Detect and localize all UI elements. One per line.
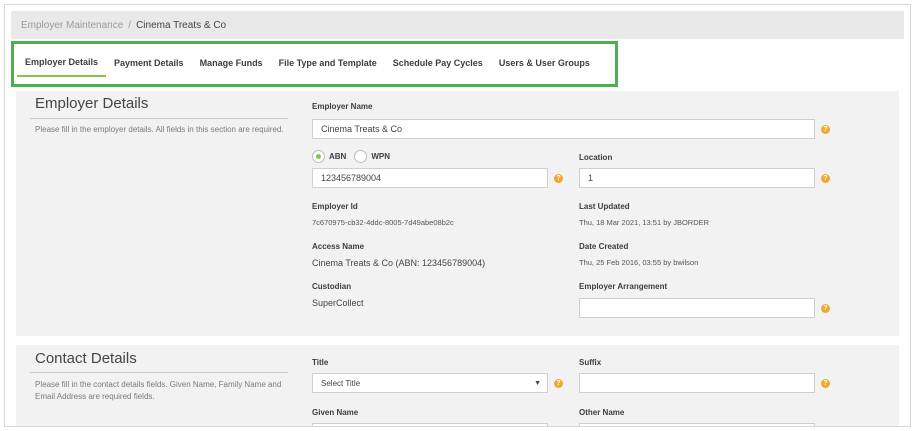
abn-radio[interactable]: ABN <box>312 150 346 163</box>
tabs-highlight-box <box>11 41 618 87</box>
location-label: Location <box>579 153 613 162</box>
date-created-label: Date Created <box>579 242 629 251</box>
wpn-radio-unselected-icon <box>354 150 368 163</box>
employer-id-label: Employer Id <box>312 202 358 211</box>
location-input[interactable]: 1 <box>579 168 815 188</box>
section-divider <box>30 118 288 119</box>
employer-id-value: 7c670975-cb32-4ddc-8005-7d49abe08b2c <box>312 218 454 227</box>
abn-input[interactable]: 123456789004 <box>312 168 548 188</box>
help-icon[interactable]: ? <box>554 379 563 388</box>
suffix-label: Suffix <box>579 358 602 367</box>
app-frame: Employer Maintenance / Cinema Treats & C… <box>4 4 911 427</box>
help-icon[interactable]: ? <box>821 304 830 313</box>
abn-radio-selected-icon <box>312 150 325 163</box>
custodian-value: SuperCollect <box>312 298 364 308</box>
caret-down-icon: ▼ <box>534 379 541 387</box>
custodian-label: Custodian <box>312 282 352 291</box>
breadcrumb-separator: / <box>128 19 132 31</box>
other-name-input[interactable] <box>579 423 815 426</box>
wpn-radio-label: WPN <box>371 152 391 161</box>
date-created-value: Thu, 25 Feb 2016, 03:55 by bwilson <box>579 258 699 267</box>
help-icon[interactable]: ? <box>821 379 830 388</box>
title-select[interactable]: Select Title ▼ <box>312 373 548 393</box>
abn-wpn-radio-group: ABN WPN <box>312 150 398 163</box>
employer-arrangement-input[interactable] <box>579 298 815 318</box>
last-updated-value: Thu, 18 Mar 2021, 13:51 by JBORDER <box>579 218 710 227</box>
section-divider <box>30 372 288 373</box>
employer-details-description: Please fill in the employer details. All… <box>35 125 284 134</box>
contact-details-section: Contact Details Please fill in the conta… <box>16 345 899 426</box>
suffix-input[interactable] <box>579 373 815 393</box>
employer-arrangement-label: Employer Arrangement <box>579 282 668 291</box>
wpn-radio[interactable]: WPN <box>354 150 390 163</box>
title-label: Title <box>312 358 329 367</box>
abn-radio-label: ABN <box>329 152 347 161</box>
help-icon[interactable]: ? <box>554 174 563 183</box>
access-name-value: Cinema Treats & Co (ABN: 123456789004) <box>312 258 486 268</box>
help-icon[interactable]: ? <box>821 174 830 183</box>
employer-name-label: Employer Name <box>312 102 373 111</box>
given-name-input[interactable] <box>312 423 548 426</box>
contact-details-description: Please fill in the contact details field… <box>35 380 282 401</box>
help-icon[interactable]: ? <box>821 125 830 134</box>
other-name-label: Other Name <box>579 408 625 417</box>
access-name-label: Access Name <box>312 242 365 251</box>
employer-details-section: Employer Details Please fill in the empl… <box>16 91 899 336</box>
breadcrumb-current: Cinema Treats & Co <box>136 19 227 31</box>
given-name-label: Given Name <box>312 408 359 417</box>
breadcrumb: Employer Maintenance / Cinema Treats & C… <box>11 11 904 39</box>
title-select-value: Select Title <box>321 378 361 388</box>
employer-details-heading: Employer Details <box>35 95 149 112</box>
contact-details-heading: Contact Details <box>35 350 137 367</box>
employer-name-input[interactable]: Cinema Treats & Co <box>312 119 815 139</box>
last-updated-label: Last Updated <box>579 202 630 211</box>
breadcrumb-parent-link[interactable]: Employer Maintenance <box>21 20 123 31</box>
